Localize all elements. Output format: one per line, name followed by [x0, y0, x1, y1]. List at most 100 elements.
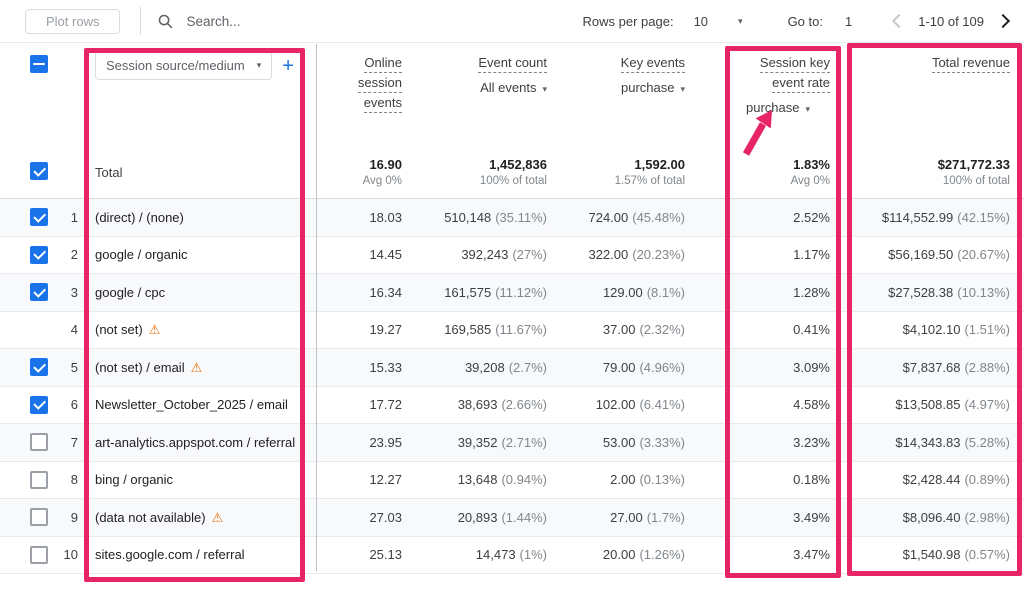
cell-value: $56,169.50: [888, 247, 953, 262]
cell-value: 16.34: [369, 285, 402, 300]
cell-value: 2.00: [610, 472, 635, 487]
row-checkbox[interactable]: [30, 396, 48, 414]
column-label[interactable]: Total revenue: [932, 55, 1010, 73]
go-to-input[interactable]: 1: [845, 14, 852, 29]
column-label[interactable]: Key events: [621, 55, 685, 73]
select-all-checkbox[interactable]: [30, 55, 48, 73]
key-events-cell: 129.00 (8.1%): [551, 274, 689, 311]
row-checkbox[interactable]: [30, 471, 48, 489]
cell-percent: (20.67%): [957, 247, 1010, 262]
total-value: 1,452,836: [489, 157, 547, 172]
column-label[interactable]: Session key: [760, 55, 830, 73]
toolbar: Plot rows Rows per page: 10 ▾ Go to: 1 1…: [0, 0, 1024, 43]
cell-percent: (2.88%): [964, 360, 1010, 375]
revenue-cell: $27,528.38 (10.13%): [834, 274, 1014, 311]
chevron-down-icon: ▾: [542, 84, 547, 94]
key-events-cell: 102.00 (6.41%): [551, 387, 689, 424]
online-sessions-cell: 18.03: [316, 199, 406, 236]
cell-percent: (1%): [520, 547, 547, 562]
cell-value: $4,102.10: [903, 322, 961, 337]
row-number: 3: [52, 274, 80, 311]
row-checkbox[interactable]: [30, 358, 48, 376]
column-label[interactable]: event rate: [772, 75, 830, 93]
cell-value: 39,352: [458, 435, 498, 450]
key-events-cell: 322.00 (20.23%): [551, 237, 689, 274]
cell-value: 20.00: [603, 547, 636, 562]
session-rate-cell: 1.17%: [689, 237, 834, 274]
cell-value: 724.00: [588, 210, 628, 225]
online-sessions-cell: 17.72: [316, 387, 406, 424]
session-rate-selector[interactable]: purchase▾: [689, 100, 830, 115]
cell-percent: (42.15%): [957, 210, 1010, 225]
row-checkbox[interactable]: [30, 546, 48, 564]
row-checkbox[interactable]: [30, 508, 48, 526]
cell-percent: (0.13%): [639, 472, 685, 487]
rows-per-page-value[interactable]: 10: [694, 14, 708, 29]
column-label[interactable]: events: [364, 95, 402, 113]
session-rate-cell: 0.18%: [689, 462, 834, 499]
total-row-checkbox[interactable]: [30, 162, 48, 180]
event-count-cell: 39,208 (2.7%): [406, 349, 551, 386]
cell-value: 392,243: [461, 247, 508, 262]
chevron-down-icon[interactable]: ▾: [738, 17, 743, 26]
dimension-value: sites.google.com / referral: [95, 547, 245, 562]
cell-percent: (45.48%): [632, 210, 685, 225]
table-body: 1 (direct) / (none) ⚠ 18.03 510,148 (35.…: [0, 199, 1024, 574]
row-checkbox[interactable]: [30, 208, 48, 226]
row-checkbox[interactable]: [30, 433, 48, 451]
cell-value: 1.17%: [793, 247, 830, 262]
column-label[interactable]: Online: [364, 55, 402, 73]
key-events-selector[interactable]: purchase▾: [551, 80, 685, 95]
previous-page-icon[interactable]: [892, 14, 906, 28]
table-row: 4 (not set) ⚠ 19.27 169,585 (11.67%) 37.…: [0, 312, 1024, 350]
dimension-value: bing / organic: [95, 472, 173, 487]
cell-value: 102.00: [596, 397, 636, 412]
table-row: 10 sites.google.com / referral ⚠ 25.13 1…: [0, 537, 1024, 575]
next-page-icon[interactable]: [996, 14, 1010, 28]
column-label[interactable]: session: [358, 75, 402, 93]
cell-value: 3.23%: [793, 435, 830, 450]
dimension-value: google / cpc: [95, 285, 165, 300]
key-events-cell: 724.00 (45.48%): [551, 199, 689, 236]
cell-value: $13,508.85: [895, 397, 960, 412]
total-label: Total: [80, 146, 316, 198]
revenue-cell: $7,837.68 (2.88%): [834, 349, 1014, 386]
cell-percent: (2.66%): [501, 397, 547, 412]
cell-percent: (2.98%): [964, 510, 1010, 525]
revenue-cell: $56,169.50 (20.67%): [834, 237, 1014, 274]
row-number: 2: [52, 237, 80, 274]
pagination-range: 1-10 of 109: [918, 14, 984, 29]
cell-percent: (0.57%): [964, 547, 1010, 562]
row-checkbox[interactable]: [30, 283, 48, 301]
cell-value: $7,837.68: [903, 360, 961, 375]
table-header: Session source/medium ▾ + Online session…: [0, 43, 1024, 146]
cell-percent: (11.12%): [495, 285, 547, 300]
selector-value: purchase: [621, 80, 674, 95]
cell-value: 15.33: [369, 360, 402, 375]
table-row: 1 (direct) / (none) ⚠ 18.03 510,148 (35.…: [0, 199, 1024, 237]
total-session-rate-cell: 1.83% Avg 0%: [689, 146, 834, 198]
cell-percent: (10.13%): [957, 285, 1010, 300]
cell-percent: (20.23%): [632, 247, 685, 262]
row-checkbox[interactable]: [30, 246, 48, 264]
cell-value: 161,575: [444, 285, 491, 300]
row-number: 4: [52, 312, 80, 349]
event-count-cell: 20,893 (1.44%): [406, 499, 551, 536]
plot-rows-button[interactable]: Plot rows: [25, 9, 120, 34]
add-dimension-icon[interactable]: +: [282, 56, 294, 76]
column-label[interactable]: Event count: [478, 55, 547, 73]
cell-value: 14.45: [369, 247, 402, 262]
revenue-cell: $8,096.40 (2.98%): [834, 499, 1014, 536]
online-sessions-cell: 27.03: [316, 499, 406, 536]
revenue-cell: $4,102.10 (1.51%): [834, 312, 1014, 349]
event-count-cell: 13,648 (0.94%): [406, 462, 551, 499]
cell-value: $8,096.40: [903, 510, 961, 525]
event-count-selector[interactable]: All events▾: [406, 80, 547, 95]
online-sessions-cell: 14.45: [316, 237, 406, 274]
revenue-cell: $114,552.99 (42.15%): [834, 199, 1014, 236]
table-row: 2 google / organic ⚠ 14.45 392,243 (27%)…: [0, 237, 1024, 275]
event-count-cell: 392,243 (27%): [406, 237, 551, 274]
search-input[interactable]: [184, 13, 408, 30]
dimension-value: art-analytics.appspot.com / referral: [95, 435, 295, 450]
dimension-selector[interactable]: Session source/medium ▾: [95, 51, 272, 80]
